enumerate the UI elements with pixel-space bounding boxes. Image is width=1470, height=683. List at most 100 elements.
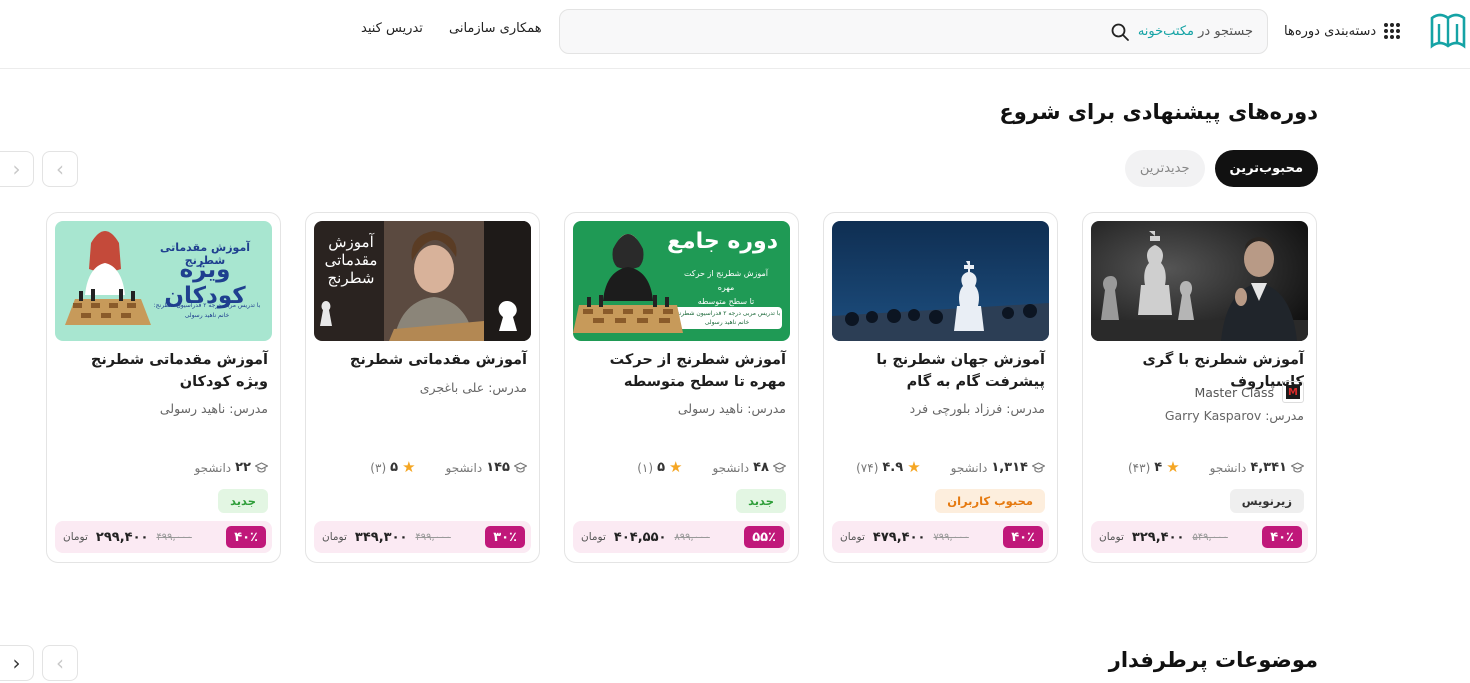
carousel-next-button[interactable]: › [42,645,78,681]
thumbnail-text: آموزش شطرنج از حرکت مهره تا سطح متوسطه [683,269,769,306]
current-price: ۴۷۹,۴۰۰ [872,529,926,545]
chevron-right-icon: › [56,651,64,675]
course-stats: ۲۲ دانشجو [194,460,268,475]
chevron-left-icon: ‹ [12,157,21,181]
old-price: ۴۹۹,۰۰۰ [415,531,451,543]
students-count: ۱,۳۱۴ [991,460,1028,475]
nav-business-link[interactable]: همکاری سازمانی [449,21,542,36]
thumbnail-teacher-box: با تدریس مربی درجه ۲ فدراسیون شطرنج: خان… [672,307,782,329]
course-teacher: مدرس: ناهید رسولی [677,401,786,416]
course-badge: جدید [736,489,786,513]
tab-newest[interactable]: جدیدترین [1124,150,1205,187]
old-price: ۴۹۹,۰۰۰ [156,531,192,543]
current-price: ۳۲۹,۴۰۰ [1131,529,1185,545]
rating-value: ۴ [1154,460,1163,475]
thumbnail-heading: دوره جامع [666,229,778,254]
course-teacher: مدرس: Garry Kasparov [1164,408,1304,423]
price-bar: ۴۰٪ ۴۹۹,۰۰۰ ۲۹۹,۴۰۰ تومان [55,521,272,553]
price-bar: ۴۰٪ ۷۹۹,۰۰۰ ۴۷۹,۴۰۰ تومان [832,521,1049,553]
course-card[interactable]: آموزش مقدماتی شطرنج ویژه کودکان با تدریس… [46,212,281,563]
tab-popular[interactable]: محبوب‌ترین [1214,150,1318,187]
discount-badge: ۴۰٪ [1003,526,1043,548]
chevron-right-icon: › [56,157,64,181]
course-card[interactable]: آموزش شطرنج با گری کاسپاروف M Master Cla… [1082,212,1317,563]
course-title[interactable]: آموزش شطرنج از حرکت مهره تا سطح متوسطه [577,349,786,393]
currency-label: تومان [322,531,347,543]
price-bar: ۳۰٪ ۴۹۹,۰۰۰ ۳۴۹,۳۰۰ تومان [314,521,531,553]
course-teacher: مدرس: علی باغجری [419,380,527,395]
reviews-count: (۴۳) [1127,460,1151,475]
graduation-cap-icon [1032,461,1045,473]
course-badge: جدید [218,489,268,513]
students-label: دانشجو [194,460,232,475]
sort-tabs: محبوب‌ترین جدیدترین [1124,150,1318,187]
course-thumbnail [832,221,1049,341]
course-card[interactable]: آموزش مقدماتی شطرنج آموزش مقدماتی شطرنج … [305,212,540,563]
current-price: ۴۰۴,۵۵۰ [613,529,667,545]
course-stats: ۱,۳۱۴ دانشجو ★ ۴.۹ (۷۴) [856,460,1045,475]
currency-label: تومان [840,531,865,543]
course-badge: زیرنویس [1229,489,1304,513]
reviews-count: (۳) [370,460,387,475]
course-provider: M Master Class [1194,381,1304,403]
course-teacher: مدرس: فرزاد بلورچی فرد [909,401,1045,416]
students-label: دانشجو [1209,460,1247,475]
search-input[interactable]: جستجو در مکتب‌خونه [559,9,1268,54]
graduation-cap-icon [255,461,268,473]
categories-label: دسته‌بندی دوره‌ها [1284,23,1377,39]
price-bar: ۵۵٪ ۸۹۹,۰۰۰ ۴۰۴,۵۵۰ تومان [573,521,790,553]
discount-badge: ۵۵٪ [744,526,784,548]
old-price: ۵۴۹,۰۰۰ [1192,531,1228,543]
star-icon: ★ [1166,458,1180,476]
current-price: ۲۹۹,۴۰۰ [95,529,149,545]
currency-label: تومان [581,531,606,543]
maktabkhooneh-logo-icon[interactable] [1428,10,1468,52]
currency-label: تومان [1099,531,1124,543]
nav-teach-link[interactable]: تدریس کنید [361,21,423,36]
categories-menu[interactable]: دسته‌بندی دوره‌ها [1284,20,1401,42]
course-thumbnail: آموزش مقدماتی شطرنج [314,221,531,341]
course-card[interactable]: دوره جامع آموزش شطرنج از حرکت مهره تا سط… [564,212,799,563]
currency-label: تومان [63,531,88,543]
students-label: دانشجو [950,460,988,475]
top-header: دسته‌بندی دوره‌ها جستجو در مکتب‌خونه همک… [0,0,1470,69]
course-teacher: مدرس: ناهید رسولی [159,401,268,416]
course-card[interactable]: آموزش جهان شطرنج با پیشرفت گام به گام مد… [823,212,1058,563]
masterclass-logo-icon: M [1282,381,1304,403]
students-label: دانشجو [712,460,750,475]
course-stats: ۴۸ دانشجو ★ ۵ (۱) [637,460,786,475]
carousel-prev-button[interactable]: ‹ [0,645,34,681]
course-stats: ۱۴۵ دانشجو ★ ۵ (۳) [370,460,527,475]
graduation-cap-icon [773,461,786,473]
thumbnail-heading: آموزش مقدماتی شطرنج [324,233,378,287]
thumbnail-text: با تدریس مربی درجه ۲ فدراسیون شطرنج: خان… [153,302,261,319]
students-label: دانشجو [445,460,483,475]
chevron-left-icon: ‹ [12,651,21,675]
search-icon [1111,23,1129,41]
search-placeholder: جستجو در مکتب‌خونه [1137,24,1253,39]
course-title[interactable]: آموزش مقدماتی شطرنج [318,349,527,371]
grid-icon [1384,23,1401,39]
rating-value: ۴.۹ [882,460,904,475]
thumbnail-photo [573,234,683,333]
reviews-count: (۷۴) [856,460,879,475]
provider-name: Master Class [1194,384,1274,400]
students-count: ۴,۳۴۱ [1250,460,1287,475]
course-badge: محبوب کاربران [935,489,1045,513]
students-count: ۱۴۵ [486,460,510,475]
rating-value: ۵ [657,460,665,475]
old-price: ۷۹۹,۰۰۰ [933,531,969,543]
course-stats: ۴,۳۴۱ دانشجو ★ ۴ (۴۳) [1128,460,1304,475]
price-bar: ۴۰٪ ۵۴۹,۰۰۰ ۳۲۹,۴۰۰ تومان [1091,521,1308,553]
course-title[interactable]: آموزش جهان شطرنج با پیشرفت گام به گام [836,349,1045,393]
discount-badge: ۴۰٪ [1262,526,1302,548]
students-count: ۲۲ [235,460,251,475]
course-title[interactable]: آموزش مقدماتی شطرنج ویژه کودکان [59,349,268,393]
current-price: ۳۴۹,۳۰۰ [354,529,408,545]
discount-badge: ۳۰٪ [485,526,525,548]
carousel-prev-button[interactable]: ‹ [0,151,34,187]
old-price: ۸۹۹,۰۰۰ [674,531,710,543]
students-count: ۴۸ [753,460,769,475]
carousel-next-button[interactable]: › [42,151,78,187]
star-icon: ★ [402,458,416,476]
